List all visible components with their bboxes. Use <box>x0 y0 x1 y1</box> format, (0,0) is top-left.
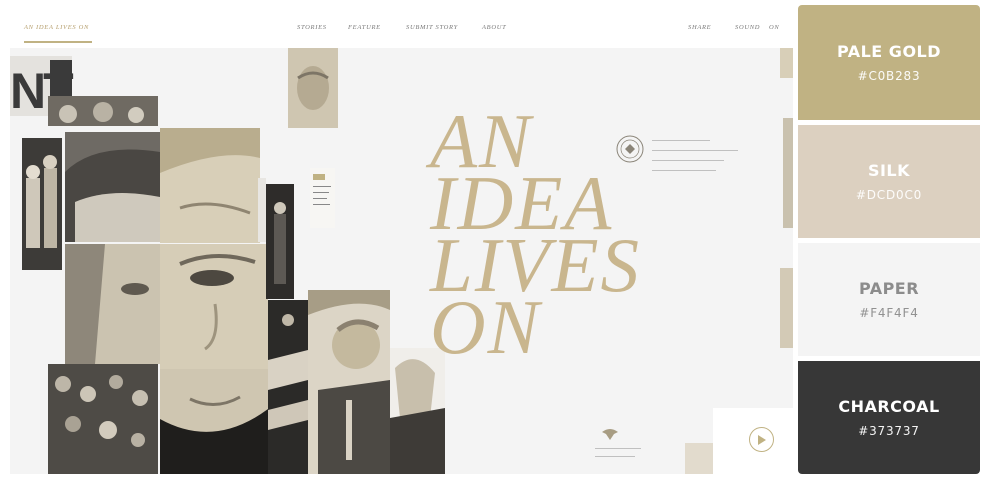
collage-edge-strip-lower <box>780 268 793 348</box>
swatch-hex: #DCD0C0 <box>855 188 923 202</box>
hero-headline: AN IDEA LIVES ON <box>430 103 641 366</box>
collage-tile-flag <box>268 300 308 474</box>
collage-tile-eye <box>160 244 268 369</box>
color-palette: PALE GOLD #C0B283 SILK #DCD0C0 PAPER #F4… <box>798 5 980 474</box>
swatch-pale-gold: PALE GOLD #C0B283 <box>798 5 980 120</box>
swatch-name: PAPER <box>858 279 920 298</box>
collage-flag-corner <box>685 443 713 474</box>
swatch-name: PALE GOLD <box>836 42 942 61</box>
top-navigation-bar: AN IDEA LIVES ON STORIES FEATURE SUBMIT … <box>10 8 793 48</box>
swatch-hex: #F4F4F4 <box>859 306 919 320</box>
collage-tile-speaker <box>308 290 390 474</box>
collage-edge-strip-middle <box>783 118 793 228</box>
share-link[interactable]: SHARE <box>688 24 711 31</box>
nav-link-stories[interactable]: STORIES <box>297 24 327 31</box>
swatch-silk: SILK #DCD0C0 <box>798 125 980 238</box>
play-icon <box>758 434 766 445</box>
eagle-emblem-icon <box>600 426 620 442</box>
nav-link-feature[interactable]: FEATURE <box>348 24 381 31</box>
collage-tile-chin <box>160 369 268 474</box>
collage-note-card <box>310 168 335 228</box>
collage-tile-hair <box>65 132 160 242</box>
collage-tile-gap <box>258 178 266 242</box>
swatch-name: SILK <box>867 161 911 180</box>
website-mockup: AN IDEA LIVES ON STORIES FEATURE SUBMIT … <box>10 8 793 474</box>
sound-toggle-label[interactable]: SOUND <box>735 24 760 31</box>
collage-tile-crowd-top <box>48 96 158 126</box>
presidential-seal-icon <box>615 134 645 164</box>
brand-underline <box>24 41 92 43</box>
brand-link[interactable]: AN IDEA LIVES ON <box>24 24 89 31</box>
nav-link-submit-story[interactable]: SUBMIT STORY <box>406 24 458 31</box>
swatch-hex: #C0B283 <box>857 69 921 83</box>
play-button[interactable] <box>749 427 774 452</box>
nav-link-about[interactable]: ABOUT <box>482 24 506 31</box>
swatch-name: CHARCOAL <box>838 397 940 416</box>
swatch-hex: #373737 <box>858 424 920 438</box>
collage-tile-forehead <box>160 128 260 243</box>
collage-tile-top-portrait <box>288 48 338 128</box>
swatch-paper: PAPER #F4F4F4 <box>798 243 980 356</box>
collage-tile-standing-figure <box>266 184 294 299</box>
collage-tile-astronauts <box>22 138 62 270</box>
collage-edge-strip-top <box>780 48 793 78</box>
collage-tile-crowd-bottom <box>48 364 158 474</box>
sound-toggle-state[interactable]: ON <box>769 24 779 31</box>
collage-tile-face-left <box>65 244 160 364</box>
swatch-charcoal: CHARCOAL #373737 <box>798 361 980 474</box>
